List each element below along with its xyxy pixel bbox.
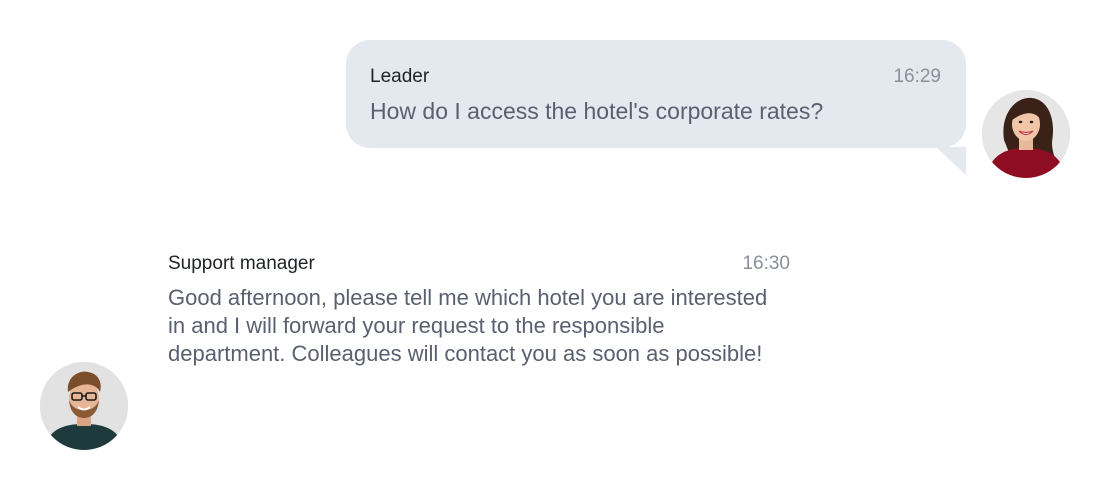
message-text: How do I access the hotel's corporate ra… bbox=[370, 98, 824, 124]
sender-name: Leader bbox=[370, 66, 430, 87]
message-time: 16:30 bbox=[742, 253, 790, 274]
avatar-woman-icon bbox=[982, 90, 1070, 178]
message-time: 16:29 bbox=[893, 66, 941, 87]
message-text: Good afternoon, please tell me which hot… bbox=[168, 285, 768, 366]
message-bubble bbox=[346, 40, 966, 148]
bubble-tail bbox=[936, 147, 966, 175]
chat-thread: Leader 16:29 How do I access the hotel's… bbox=[0, 0, 1110, 498]
outgoing-message: Leader 16:29 How do I access the hotel's… bbox=[346, 40, 966, 175]
sender-name: Support manager bbox=[168, 253, 315, 274]
support-avatar bbox=[40, 362, 128, 450]
avatar-man-icon bbox=[40, 362, 128, 450]
incoming-message: Support manager 16:30 Good afternoon, pl… bbox=[168, 250, 792, 400]
leader-avatar bbox=[982, 90, 1070, 178]
